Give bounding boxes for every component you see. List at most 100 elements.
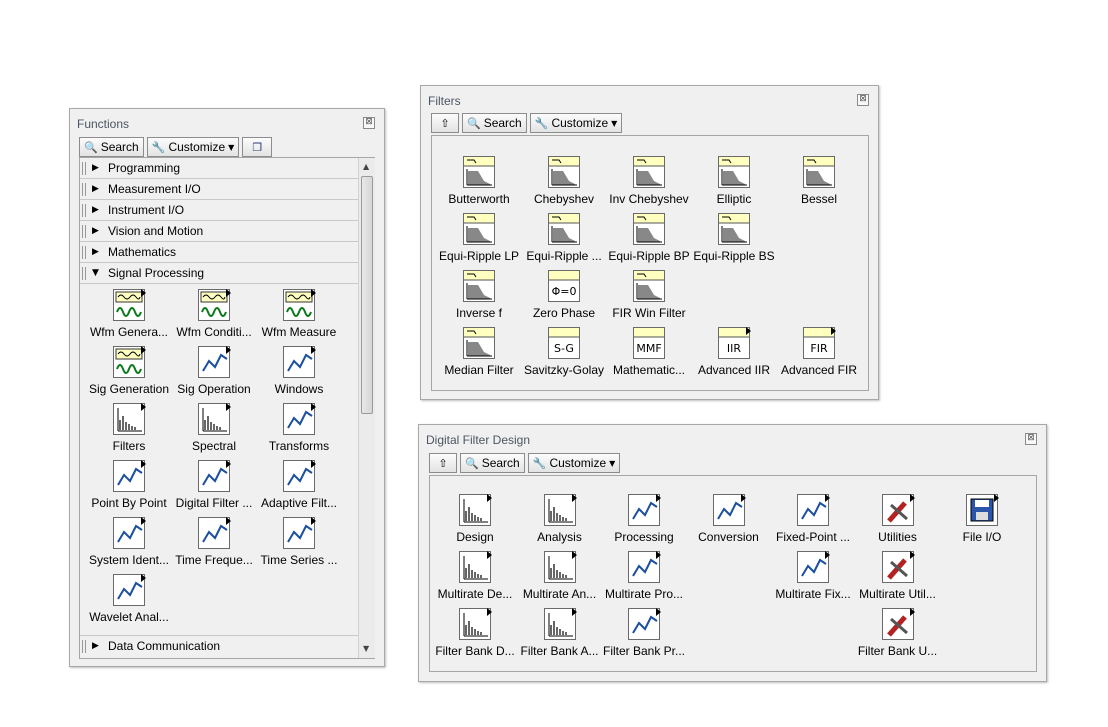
item-label: File I/O (962, 530, 1002, 544)
palette-item[interactable]: Transforms (256, 403, 342, 453)
item-label: Filter Bank Pr... (602, 644, 686, 658)
design-icon (459, 494, 492, 526)
palette-title: Functions (77, 117, 130, 131)
palette-item[interactable]: Inverse f (436, 270, 522, 320)
filters-palette: Filters ⊠ ⇧ 🔍 Search 🔧 Customize ▼ Butterwo… (420, 85, 879, 400)
palette-item[interactable]: File I/O (939, 494, 1025, 544)
scrollbar-thumb[interactable] (361, 176, 373, 414)
item-label: Wfm Measure (261, 325, 337, 339)
palette-item[interactable]: Equi-Ripple ... (521, 213, 607, 263)
expand-triangle-icon: ▶ (92, 163, 99, 173)
palette-item[interactable]: Processing (601, 494, 687, 544)
palette-item[interactable]: Conversion (686, 494, 772, 544)
palette-toolbar: ⇧ 🔍 Search 🔧 Customize ▼ (431, 113, 623, 133)
palette-item[interactable]: IIR Advanced IIR (691, 327, 777, 377)
palette-item[interactable]: Wfm Genera... (86, 289, 172, 339)
up-button[interactable]: ⇧ (431, 113, 459, 133)
customize-button[interactable]: 🔧 Customize ▼ (527, 453, 621, 473)
palette-item[interactable]: Spectral (171, 403, 257, 453)
palette-item[interactable]: Equi-Ripple BS (691, 213, 777, 263)
palette-item[interactable]: Multirate An... (517, 551, 603, 601)
palette-item[interactable]: FIR Win Filter (606, 270, 692, 320)
palette-item[interactable]: Analysis (517, 494, 603, 544)
palette-item[interactable]: Elliptic (691, 156, 777, 206)
palette-item[interactable]: MMF Mathematic... (606, 327, 692, 377)
palette-item[interactable]: Fixed-Point ... (770, 494, 856, 544)
scrollbar[interactable]: ▲ ▼ (358, 158, 375, 658)
palette-item[interactable]: Φ=0 Zero Phase (521, 270, 607, 320)
inverse-f-icon (463, 270, 495, 302)
scroll-down-icon[interactable]: ▼ (363, 644, 369, 653)
item-label: Savitzky-Golay (523, 363, 605, 377)
palette-item[interactable]: Equi-Ripple LP (436, 213, 522, 263)
category-label: Instrument I/O (108, 203, 185, 217)
palette-item[interactable]: Time Series ... (256, 517, 342, 567)
palette-item[interactable]: Adaptive Filt... (256, 460, 342, 510)
item-label: Sig Operation (177, 382, 251, 396)
category-data-communication[interactable]: ▶ Data Communication (80, 635, 374, 656)
customize-button[interactable]: 🔧 Customize ▼ (146, 137, 240, 157)
close-icon[interactable]: ⊠ (363, 117, 375, 129)
palette-item[interactable]: Multirate De... (432, 551, 518, 601)
palette-item[interactable]: Wfm Conditi... (171, 289, 257, 339)
submenu-arrow-icon (311, 403, 316, 411)
palette-item[interactable]: Inv Chebyshev (606, 156, 692, 206)
palette-item[interactable]: Wavelet Anal... (86, 574, 172, 624)
view-toggle-button[interactable]: ❐ (242, 137, 273, 157)
item-label: Digital Filter ... (175, 496, 253, 510)
palette-item[interactable]: Bessel (776, 156, 862, 206)
dropdown-arrow-icon: ▼ (228, 142, 235, 152)
item-label: Multirate An... (522, 587, 597, 601)
palette-item[interactable]: Filter Bank A... (517, 608, 603, 658)
palette-item[interactable]: S-G Savitzky-Golay (521, 327, 607, 377)
submenu-arrow-icon (226, 460, 231, 468)
palette-item[interactable]: Windows (256, 346, 342, 396)
palette-item[interactable]: Sig Operation (171, 346, 257, 396)
palette-item[interactable]: Filter Bank Pr... (601, 608, 687, 658)
signal-processing-items: Wfm Genera... Wfm Conditi... Wfm Measure Si… (80, 285, 360, 635)
palette-item[interactable]: Chebyshev (521, 156, 607, 206)
category-row[interactable]: ▶ Mathematics (80, 242, 358, 263)
up-button[interactable]: ⇧ (429, 453, 457, 473)
palette-item[interactable]: Multirate Util... (855, 551, 941, 601)
palette-item[interactable]: Point By Point (86, 460, 172, 510)
palette-item[interactable]: Filter Bank U... (855, 608, 941, 658)
item-label: Wfm Genera... (89, 325, 169, 339)
multirate-design-icon (459, 551, 492, 583)
customize-button[interactable]: 🔧 Customize ▼ (529, 113, 623, 133)
close-icon[interactable]: ⊠ (857, 94, 869, 106)
savitzky-golay-icon: S-G (548, 327, 580, 359)
category-signal-processing[interactable]: ▼ Signal Processing (80, 263, 374, 284)
palette-item[interactable]: Time Freque... (171, 517, 257, 567)
palette-item[interactable]: Multirate Pro... (601, 551, 687, 601)
palette-item[interactable]: Equi-Ripple BP (606, 213, 692, 263)
search-button[interactable]: 🔍 Search (462, 113, 527, 133)
category-row[interactable]: ▶ Measurement I/O (80, 179, 358, 200)
palette-item[interactable]: Median Filter (436, 327, 522, 377)
palette-item[interactable]: Utilities (855, 494, 941, 544)
grip-icon (82, 245, 86, 259)
grip-icon (82, 639, 86, 653)
grip-icon (82, 182, 86, 196)
category-row[interactable]: ▶ Programming (80, 158, 358, 179)
item-label: Windows (274, 382, 324, 396)
palette-item[interactable]: Filters (86, 403, 172, 453)
palette-item[interactable]: Sig Generation (86, 346, 172, 396)
category-row[interactable]: ▶ Instrument I/O (80, 200, 358, 221)
palette-item[interactable]: System Ident... (86, 517, 172, 567)
palette-item[interactable]: Digital Filter ... (171, 460, 257, 510)
search-button[interactable]: 🔍 Search (79, 137, 144, 157)
scroll-up-icon[interactable]: ▲ (363, 162, 369, 171)
palette-item[interactable]: FIR Advanced FIR (776, 327, 862, 377)
dropdown-arrow-icon: ▼ (611, 118, 618, 128)
palette-item[interactable]: Design (432, 494, 518, 544)
close-icon[interactable]: ⊠ (1025, 433, 1037, 445)
palette-item[interactable]: Wfm Measure (256, 289, 342, 339)
submenu-arrow-icon (746, 327, 751, 335)
search-button[interactable]: 🔍 Search (460, 453, 525, 473)
palette-item[interactable]: Multirate Fix... (770, 551, 856, 601)
palette-item[interactable]: Filter Bank D... (432, 608, 518, 658)
palette-item[interactable]: Butterworth (436, 156, 522, 206)
search-icon: 🔍 (84, 140, 98, 154)
category-row[interactable]: ▶ Vision and Motion (80, 221, 358, 242)
